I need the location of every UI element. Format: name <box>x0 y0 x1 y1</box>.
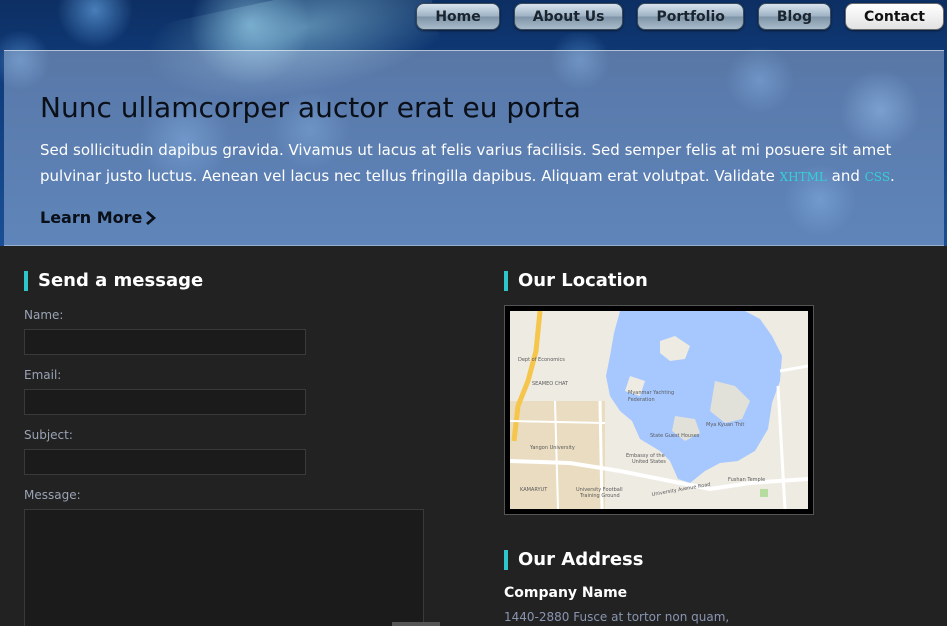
map-label-training: Training Ground <box>579 493 620 499</box>
hero-text-before: Sed sollicitudin dapibus gravida. Vivamu… <box>40 141 892 185</box>
email-input[interactable] <box>24 389 306 415</box>
map-label-yachting: Myanmar Yachting <box>628 390 674 396</box>
location-map[interactable]: Dept of Economics SEAMEO CHAT Myanmar Ya… <box>504 305 814 515</box>
nav-home-button[interactable]: Home <box>416 3 500 30</box>
message-textarea[interactable] <box>24 509 424 626</box>
address-line: 1440-2880 Fusce at tortor non quam, <box>504 610 730 624</box>
name-input[interactable] <box>24 329 306 355</box>
name-label: Name: <box>24 308 64 322</box>
subject-input[interactable] <box>24 449 306 475</box>
map-label-mya-kyuan: Mya Kyuan Thit <box>706 422 744 428</box>
send-message-heading: Send a message <box>24 271 203 291</box>
message-label: Message: <box>24 488 81 502</box>
nav-blog-button[interactable]: Blog <box>757 3 831 30</box>
main-nav: Home About Us Portfolio Blog Contact <box>416 3 944 31</box>
hero-text-and: and <box>826 167 865 185</box>
company-name: Company Name <box>504 585 628 601</box>
nav-contact-button[interactable]: Contact <box>845 3 944 30</box>
our-location-heading: Our Location <box>504 271 648 291</box>
hero-title: Nunc ullamcorper auctor erat eu porta <box>40 91 581 124</box>
nav-portfolio-button[interactable]: Portfolio <box>637 3 744 30</box>
map-label-state-guest: State Guest Houses <box>650 433 700 439</box>
learn-more-link[interactable]: Learn More <box>40 208 158 227</box>
hero-paragraph: Sed sollicitudin dapibus gravida. Vivamu… <box>40 137 910 190</box>
map-label-federation: Federation <box>628 397 655 403</box>
map-label-seameo: SEAMEO CHAT <box>532 381 569 387</box>
learn-more-label: Learn More <box>40 208 143 227</box>
validate-css-link[interactable]: CSS <box>865 170 890 184</box>
hero-panel: Nunc ullamcorper auctor erat eu porta Se… <box>4 50 944 246</box>
nav-about-us-button[interactable]: About Us <box>513 3 624 30</box>
map-label-kamaryut: KAMARYUT <box>520 487 548 493</box>
map-label-yangon-univ: Yangon University <box>529 445 575 451</box>
map-label-fushan: Fushan Temple <box>728 477 765 483</box>
validate-xhtml-link[interactable]: XHTML <box>780 170 827 184</box>
map-label-embassy2: United States <box>632 459 666 465</box>
map-label-dept: Dept of Economics <box>518 357 565 363</box>
map-image: Dept of Economics SEAMEO CHAT Myanmar Ya… <box>510 311 808 509</box>
our-address-heading: Our Address <box>504 550 643 570</box>
email-label: Email: <box>24 368 62 382</box>
chevron-right-icon <box>146 210 157 225</box>
horizontal-scrollbar-thumb[interactable] <box>392 622 440 626</box>
subject-label: Subject: <box>24 428 73 442</box>
hero-text-after: . <box>890 167 895 185</box>
map-park <box>760 489 768 497</box>
